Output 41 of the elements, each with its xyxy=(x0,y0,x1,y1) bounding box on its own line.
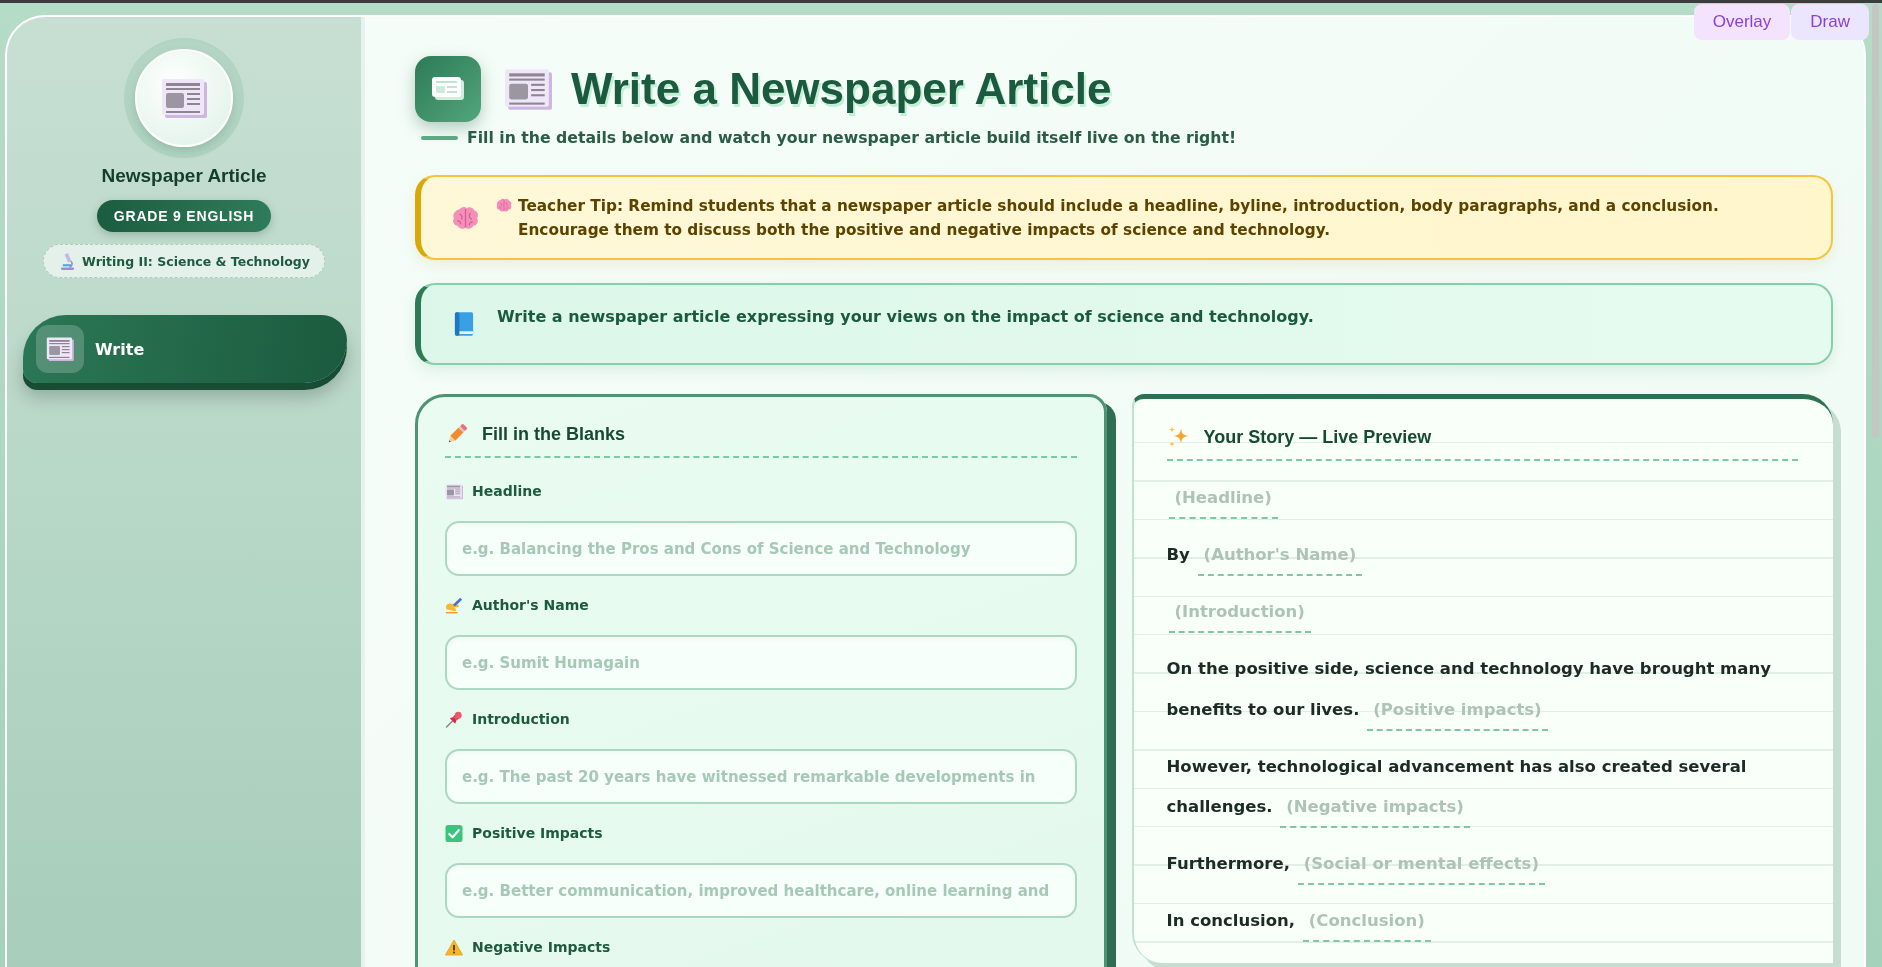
field-label: Negative Impacts xyxy=(472,939,611,955)
tip-text: Teacher Tip: Remind students that a newspaper article should include a headline, byline, introduction, body paragraphs, and a conclusion. Encourage them to discuss both the positive and negative impacts of science and technology. xyxy=(518,196,1720,241)
check-mark-icon xyxy=(445,824,463,842)
card-title: Fill in the Blanks xyxy=(482,423,626,445)
brain-icon xyxy=(452,205,479,231)
writing-hand-icon xyxy=(445,596,463,614)
warning-icon xyxy=(445,938,463,956)
newspaper-icon xyxy=(415,56,481,122)
field-label: Introduction xyxy=(472,711,570,727)
topic-label: Writing II: Science & Technology xyxy=(82,253,310,269)
text-input[interactable]: e.g. Balancing the Pros and Cons of Science and Technology xyxy=(445,521,1077,576)
microscope-icon xyxy=(60,252,76,270)
toolbar-button[interactable]: Draw xyxy=(1791,4,1869,40)
sidebar-title: Newspaper Article xyxy=(101,165,267,187)
page-subtitle: Fill in the details below and watch your newspaper article build itself live on the right! xyxy=(467,127,1237,149)
text-input[interactable]: e.g. Sumit Humagain xyxy=(445,635,1077,690)
text-input[interactable]: e.g. The past 20 years have witnessed remarkable developments in xyxy=(445,749,1077,804)
text-input[interactable]: e.g. Better communication, improved healthcare, online learning and xyxy=(445,863,1077,918)
card-title: Your Story — Live Preview xyxy=(1203,426,1432,448)
preview-text: Furthermore, (Social or mental effects) xyxy=(1166,844,1545,885)
brain-icon xyxy=(496,198,512,213)
pushpin-icon xyxy=(445,710,463,728)
preview-text: In conclusion, (Conclusion) xyxy=(1166,901,1431,942)
page-title: Write a Newspaper Article xyxy=(571,64,1112,114)
scrollbar-thumb[interactable] xyxy=(1872,4,1879,438)
newspaper-icon xyxy=(36,325,84,373)
accent-bar xyxy=(421,136,458,140)
field-label: Author's Name xyxy=(472,597,589,613)
preview-blank: (Headline) xyxy=(1168,486,1278,519)
preview-blank: (Introduction) xyxy=(1168,600,1311,633)
preview-text: However, technological advancement has also created several challenges. (Negative impacts) xyxy=(1166,746,1798,828)
preview-text: On the positive side, science and technology have brought many benefits to our lives. (Positive impacts) xyxy=(1166,649,1798,731)
field-label: Headline xyxy=(472,483,542,499)
newspaper-icon xyxy=(445,482,463,500)
task-text: Write a newspaper article expressing your views on the impact of science and technology. xyxy=(497,306,1314,328)
newspaper-icon xyxy=(504,68,552,110)
field-label: Positive Impacts xyxy=(472,825,603,841)
book-icon xyxy=(454,311,474,337)
preview-text: By (Author's Name) xyxy=(1166,535,1363,576)
grade-badge: GRADE 9 ENGLISH xyxy=(96,200,272,232)
toolbar-button[interactable]: Overlay xyxy=(1693,4,1791,40)
